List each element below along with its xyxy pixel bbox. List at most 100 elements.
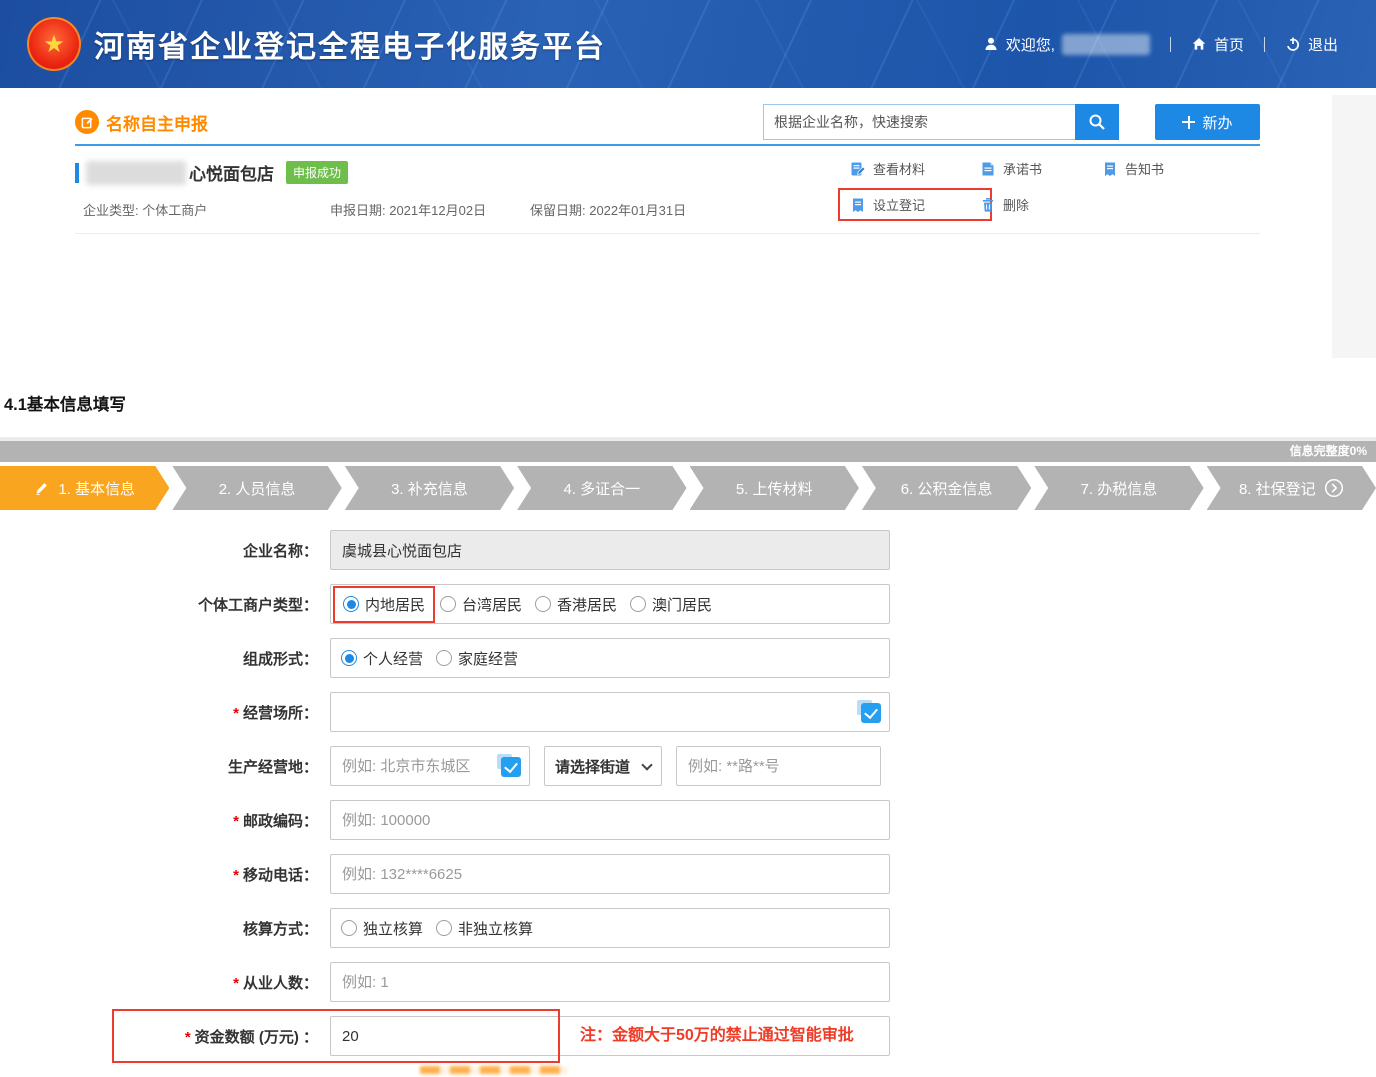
radio-checked-icon [341,650,357,666]
step-supplementary-info[interactable]: 3. 补充信息 [345,466,514,510]
radio-non-independent-accounting[interactable]: 非独立核算 [436,918,533,939]
search-area: 新办 [763,104,1260,140]
composition-group: 个人经营 家庭经营 [330,638,890,678]
postal-code-field[interactable] [330,800,890,840]
form-row-accounting-method: 核算方式： 独立核算 非独立核算 [0,908,1376,948]
form-row-company-name: 企业名称： [0,530,1376,570]
radio-family-operation[interactable]: 家庭经营 [436,648,518,669]
notification-label: 告知书 [1125,159,1164,178]
radio-individual-operation[interactable]: 个人经营 [341,648,423,669]
header-separator [1170,37,1171,52]
radio-label: 独立核算 [363,918,423,939]
step-multi-cert[interactable]: 4. 多证合一 [517,466,686,510]
logout-label: 退出 [1308,34,1338,55]
label-text: 移动电话： [243,867,318,884]
new-application-button[interactable]: 新办 [1155,104,1260,140]
delete-link[interactable]: 删除 [980,195,1102,214]
radio-hongkong-resident[interactable]: 香港居民 [535,594,617,615]
view-materials-link[interactable]: 查看材料 [850,159,980,178]
step-label: 2. 人员信息 [219,478,296,499]
setup-registration-label: 设立登记 [873,195,925,214]
street-select-value: 请选择街道 [555,756,630,777]
business-premises-label: *经营场所： [0,702,318,723]
mobile-phone-field[interactable] [330,854,890,894]
step-label: 1. 基本信息 [58,478,135,499]
accounting-method-label: 核算方式： [0,918,318,939]
required-asterisk: * [233,975,239,992]
radio-label: 香港居民 [557,594,617,615]
commitment-link[interactable]: 承诺书 [980,159,1102,178]
home-label: 首页 [1214,34,1244,55]
capital-amount-note: 注：金额大于50万的禁止通过智能审批 [580,1016,854,1056]
step-social-security[interactable]: 8. 社保登记 [1207,466,1376,510]
step-basic-info[interactable]: 1. 基本信息 [0,466,169,510]
radio-taiwan-resident[interactable]: 台湾居民 [440,594,522,615]
accounting-method-group: 独立核算 非独立核算 [330,908,890,948]
required-asterisk: * [233,813,239,830]
company-name-field [330,530,890,570]
doc-icon [980,161,996,177]
redacted-company-prefix [86,161,186,185]
ribbon-doc-icon [850,197,866,213]
radio-macau-resident[interactable]: 澳门居民 [630,594,712,615]
home-link[interactable]: 首页 [1191,34,1244,55]
radio-unchecked-icon [630,596,646,612]
company-type: 企业类型: 个体工商户 [83,200,330,219]
step-housing-fund[interactable]: 6. 公积金信息 [862,466,1031,510]
form-row-business-premises: *经营场所： [0,692,1376,732]
step-upload-materials[interactable]: 5. 上传材料 [690,466,859,510]
section-heading: 4.1基本信息填写 [4,391,126,415]
clipped-next-row-fragment [420,1066,568,1074]
radio-independent-accounting[interactable]: 独立核算 [341,918,423,939]
radio-mainland-resident[interactable]: 内地居民 [343,594,425,615]
header-user-bar: 欢迎您, 首页 退出 [983,0,1338,88]
step-tax-info[interactable]: 7. 办税信息 [1034,466,1203,510]
completeness-label: 信息完整度0% [1290,444,1367,458]
home-icon [1191,36,1207,52]
composition-label: 组成形式： [0,648,318,669]
radio-unchecked-icon [535,596,551,612]
radio-label: 非独立核算 [458,918,533,939]
employee-count-label: *从业人数： [0,972,318,993]
label-text: 资金数额 (万元) ： [195,1029,318,1046]
business-premises-wrap [330,692,890,732]
record-actions: 查看材料 承诺书 告知书 设立登记 [850,159,1164,214]
step-personnel-info[interactable]: 2. 人员信息 [172,466,341,510]
logout-link[interactable]: 退出 [1285,34,1338,55]
postal-code-label: *邮政编码： [0,810,318,831]
employee-count-field[interactable] [330,962,890,1002]
ribbon-doc-icon [1102,161,1118,177]
chevron-down-icon [641,759,652,770]
city-input-wrap [330,746,530,786]
radio-label: 内地居民 [365,594,425,615]
label-text: 经营场所： [243,705,318,722]
radio-unchecked-icon [440,596,456,612]
setup-registration-link[interactable]: 设立登记 [850,195,925,214]
required-asterisk: * [233,867,239,884]
basic-info-form: 企业名称： 个体工商户类型： 内地居民 台湾居民 香港居民 澳门居民 [0,530,1376,1070]
street-select[interactable]: 请选择街道 [544,746,662,786]
form-row-mobile-phone: *移动电话： [0,854,1376,894]
street-address-field[interactable] [676,746,881,786]
address-picker-icon[interactable] [857,700,881,723]
search-button[interactable] [1075,104,1119,140]
edit-pad-icon [75,110,99,134]
declaration-record-row: 心悦面包店 申报成功 企业类型: 个体工商户 申报日期: 2021年12月02日… [75,146,1260,234]
radio-label: 澳门居民 [652,594,712,615]
app-header: ★ 河南省企业登记全程电子化服务平台 欢迎您, 首页 退出 [0,0,1376,88]
form-row-postal-code: *邮政编码： [0,800,1376,840]
step-label: 5. 上传材料 [736,478,813,499]
business-premises-field[interactable] [330,692,890,732]
national-emblem-logo: ★ [27,17,81,71]
company-name-label: 企业名称： [0,540,318,561]
status-badge: 申报成功 [286,161,348,184]
production-site-label: 生产经营地： [0,756,318,777]
notification-link[interactable]: 告知书 [1102,159,1164,178]
required-asterisk: * [233,705,239,722]
city-picker-icon[interactable] [497,754,521,777]
more-steps-icon[interactable] [1324,478,1344,498]
search-input[interactable] [763,104,1075,140]
page-background-strip [1332,95,1376,358]
welcome-user: 欢迎您, [983,34,1150,55]
annotation-box-mainland-resident: 内地居民 [333,586,435,623]
